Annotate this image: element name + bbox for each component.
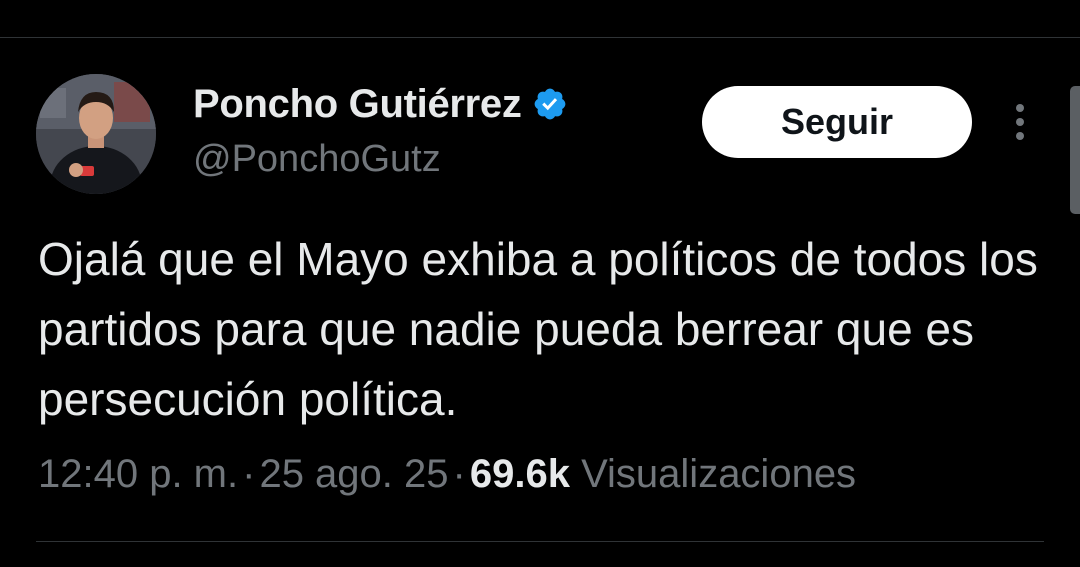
tweet-meta: 12:40 p. m. · 25 ago. 25 · 69.6k Visualizaci… [38, 452, 856, 497]
meta-separator: · [452, 452, 466, 496]
name-row: Poncho Gutiérrez [193, 80, 568, 128]
tweet-time[interactable]: 12:40 p. m. [38, 452, 238, 496]
user-handle[interactable]: @PonchoGutz [193, 138, 568, 181]
follow-button[interactable]: Seguir [702, 86, 972, 158]
scrollbar[interactable] [1070, 86, 1080, 214]
tweet-date[interactable]: 25 ago. 25 [259, 452, 448, 496]
bottom-divider [36, 541, 1044, 542]
user-info: Poncho Gutiérrez @PonchoGutz [193, 80, 568, 181]
more-vertical-icon[interactable] [1008, 100, 1032, 144]
tweet-text: Ojalá que el Mayo exhiba a políticos de … [38, 233, 1038, 425]
avatar-image [36, 74, 156, 194]
views-count[interactable]: 69.6k [470, 452, 570, 496]
verified-badge-icon[interactable] [532, 86, 568, 122]
meta-separator: · [242, 452, 256, 496]
avatar[interactable] [36, 74, 156, 194]
views-label[interactable]: Visualizaciones [581, 452, 856, 496]
display-name[interactable]: Poncho Gutiérrez [193, 82, 522, 127]
top-divider [0, 37, 1080, 38]
